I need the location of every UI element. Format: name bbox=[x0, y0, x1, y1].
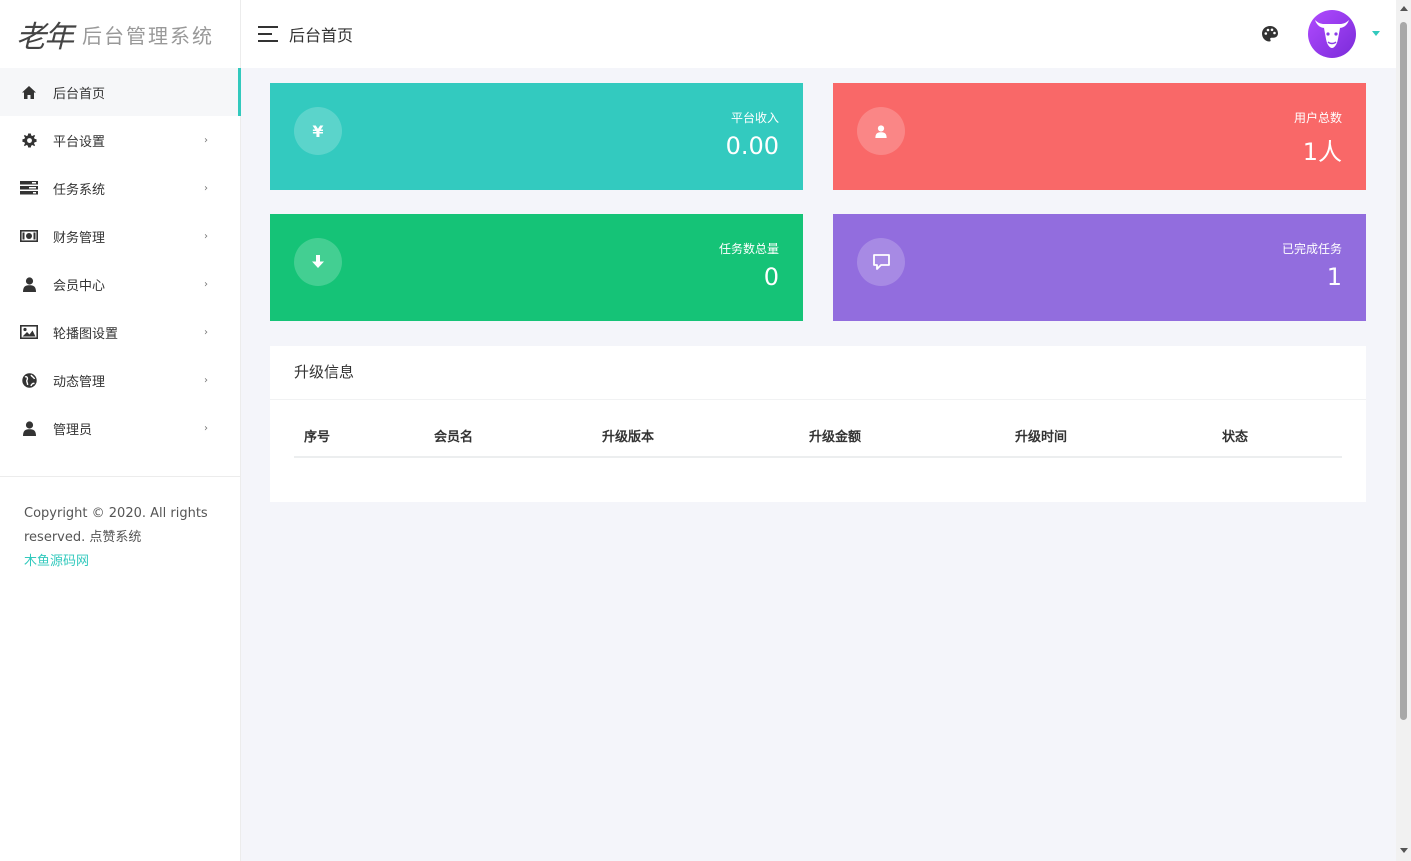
scroll-thumb[interactable] bbox=[1400, 22, 1407, 720]
chevron-right-icon: › bbox=[204, 182, 208, 194]
column-header-member-name: 会员名 bbox=[434, 430, 474, 445]
sidebar-item-member-center[interactable]: 会员中心 › bbox=[0, 260, 240, 308]
sidebar-item-label: 动态管理 bbox=[53, 374, 106, 390]
user-icon bbox=[20, 275, 38, 293]
chevron-right-icon: › bbox=[204, 326, 208, 338]
download-icon bbox=[294, 238, 342, 286]
chevron-right-icon: › bbox=[204, 134, 208, 146]
sidebar-item-platform-settings[interactable]: 平台设置 › bbox=[0, 116, 240, 164]
sidebar-divider bbox=[0, 476, 240, 477]
stat-card-total-users: 用户总数 1人 bbox=[833, 83, 1366, 190]
stat-value: 1人 bbox=[1302, 138, 1342, 166]
panel-title: 升级信息 bbox=[270, 346, 1366, 400]
chevron-right-icon: › bbox=[204, 278, 208, 290]
sidebar-item-finance[interactable]: 财务管理 › bbox=[0, 212, 240, 260]
gear-icon bbox=[20, 131, 38, 149]
sidebar: 老年 后台管理系统 后台首页 平台设置 › 任务系统 › 财务管理 › 会员中心… bbox=[0, 0, 241, 861]
page-scrollbar[interactable] bbox=[1396, 0, 1411, 861]
stat-label: 用户总数 bbox=[1293, 111, 1342, 125]
chevron-right-icon: › bbox=[204, 422, 208, 434]
top-header: 后台首页 bbox=[241, 0, 1396, 68]
scroll-down-icon[interactable] bbox=[1400, 848, 1408, 853]
sidebar-item-label: 平台设置 bbox=[53, 134, 106, 150]
stat-value: 1 bbox=[1326, 263, 1342, 291]
column-header-upgrade-amount: 升级金额 bbox=[809, 430, 862, 445]
chevron-right-icon: › bbox=[204, 374, 208, 386]
image-icon bbox=[20, 323, 38, 341]
sidebar-item-label: 财务管理 bbox=[53, 230, 106, 246]
logo-text: 后台管理系统 bbox=[82, 23, 214, 48]
column-header-upgrade-version: 升级版本 bbox=[602, 430, 655, 445]
copyright-link[interactable]: 木鱼源码网 bbox=[24, 550, 224, 574]
stat-value: 0.00 bbox=[725, 132, 779, 160]
user-icon bbox=[20, 419, 38, 437]
column-header-index: 序号 bbox=[304, 430, 331, 445]
chevron-right-icon: › bbox=[204, 230, 208, 242]
user-icon bbox=[857, 107, 905, 155]
avatar[interactable] bbox=[1308, 10, 1356, 58]
stat-card-platform-income: ¥ 平台收入 0.00 bbox=[270, 83, 803, 190]
stat-value: 0 bbox=[763, 263, 779, 291]
table-header: 序号 会员名 升级版本 升级金额 升级时间 状态 bbox=[294, 420, 1342, 458]
stat-label: 任务数总量 bbox=[718, 242, 779, 256]
stat-label: 已完成任务 bbox=[1281, 242, 1342, 256]
upgrade-info-panel: 升级信息 序号 会员名 升级版本 升级金额 升级时间 状态 bbox=[270, 346, 1366, 502]
chevron-down-icon[interactable] bbox=[1372, 31, 1380, 36]
page-title: 后台首页 bbox=[289, 26, 354, 45]
home-icon bbox=[20, 83, 38, 101]
copyright: Copyright © 2020. All rights reserved. 点… bbox=[24, 502, 224, 574]
scroll-up-icon[interactable] bbox=[1400, 6, 1408, 11]
logo-mark: 老年 bbox=[16, 20, 74, 55]
logo[interactable]: 老年 后台管理系统 bbox=[0, 0, 240, 68]
stat-card-total-tasks: 任务数总量 0 bbox=[270, 214, 803, 321]
sidebar-item-label: 轮播图设置 bbox=[53, 326, 119, 342]
column-header-upgrade-time: 升级时间 bbox=[1015, 430, 1068, 445]
yuan-icon: ¥ bbox=[294, 107, 342, 155]
comment-icon bbox=[857, 238, 905, 286]
sidebar-item-label: 后台首页 bbox=[53, 86, 106, 102]
sidebar-item-home[interactable]: 后台首页 bbox=[0, 68, 241, 116]
sidebar-item-news-management[interactable]: 动态管理 › bbox=[0, 356, 240, 404]
palette-icon[interactable] bbox=[1261, 25, 1279, 43]
column-header-status: 状态 bbox=[1222, 430, 1249, 445]
sidebar-item-label: 任务系统 bbox=[53, 182, 106, 198]
sidebar-menu: 后台首页 平台设置 › 任务系统 › 财务管理 › 会员中心 › 轮播图设置 ›… bbox=[0, 68, 241, 452]
sidebar-item-task-system[interactable]: 任务系统 › bbox=[0, 164, 240, 212]
stat-label: 平台收入 bbox=[730, 111, 779, 125]
globe-icon bbox=[20, 371, 38, 389]
sidebar-item-carousel-settings[interactable]: 轮播图设置 › bbox=[0, 308, 240, 356]
stat-card-completed-tasks: 已完成任务 1 bbox=[833, 214, 1366, 321]
menu-toggle-icon[interactable] bbox=[258, 26, 278, 42]
sidebar-item-label: 管理员 bbox=[53, 422, 93, 438]
tasks-icon bbox=[20, 179, 38, 197]
copyright-text: Copyright © 2020. All rights reserved. 点… bbox=[24, 506, 208, 545]
sidebar-item-label: 会员中心 bbox=[53, 278, 106, 294]
sidebar-item-administrators[interactable]: 管理员 › bbox=[0, 404, 240, 452]
money-icon bbox=[20, 227, 38, 245]
